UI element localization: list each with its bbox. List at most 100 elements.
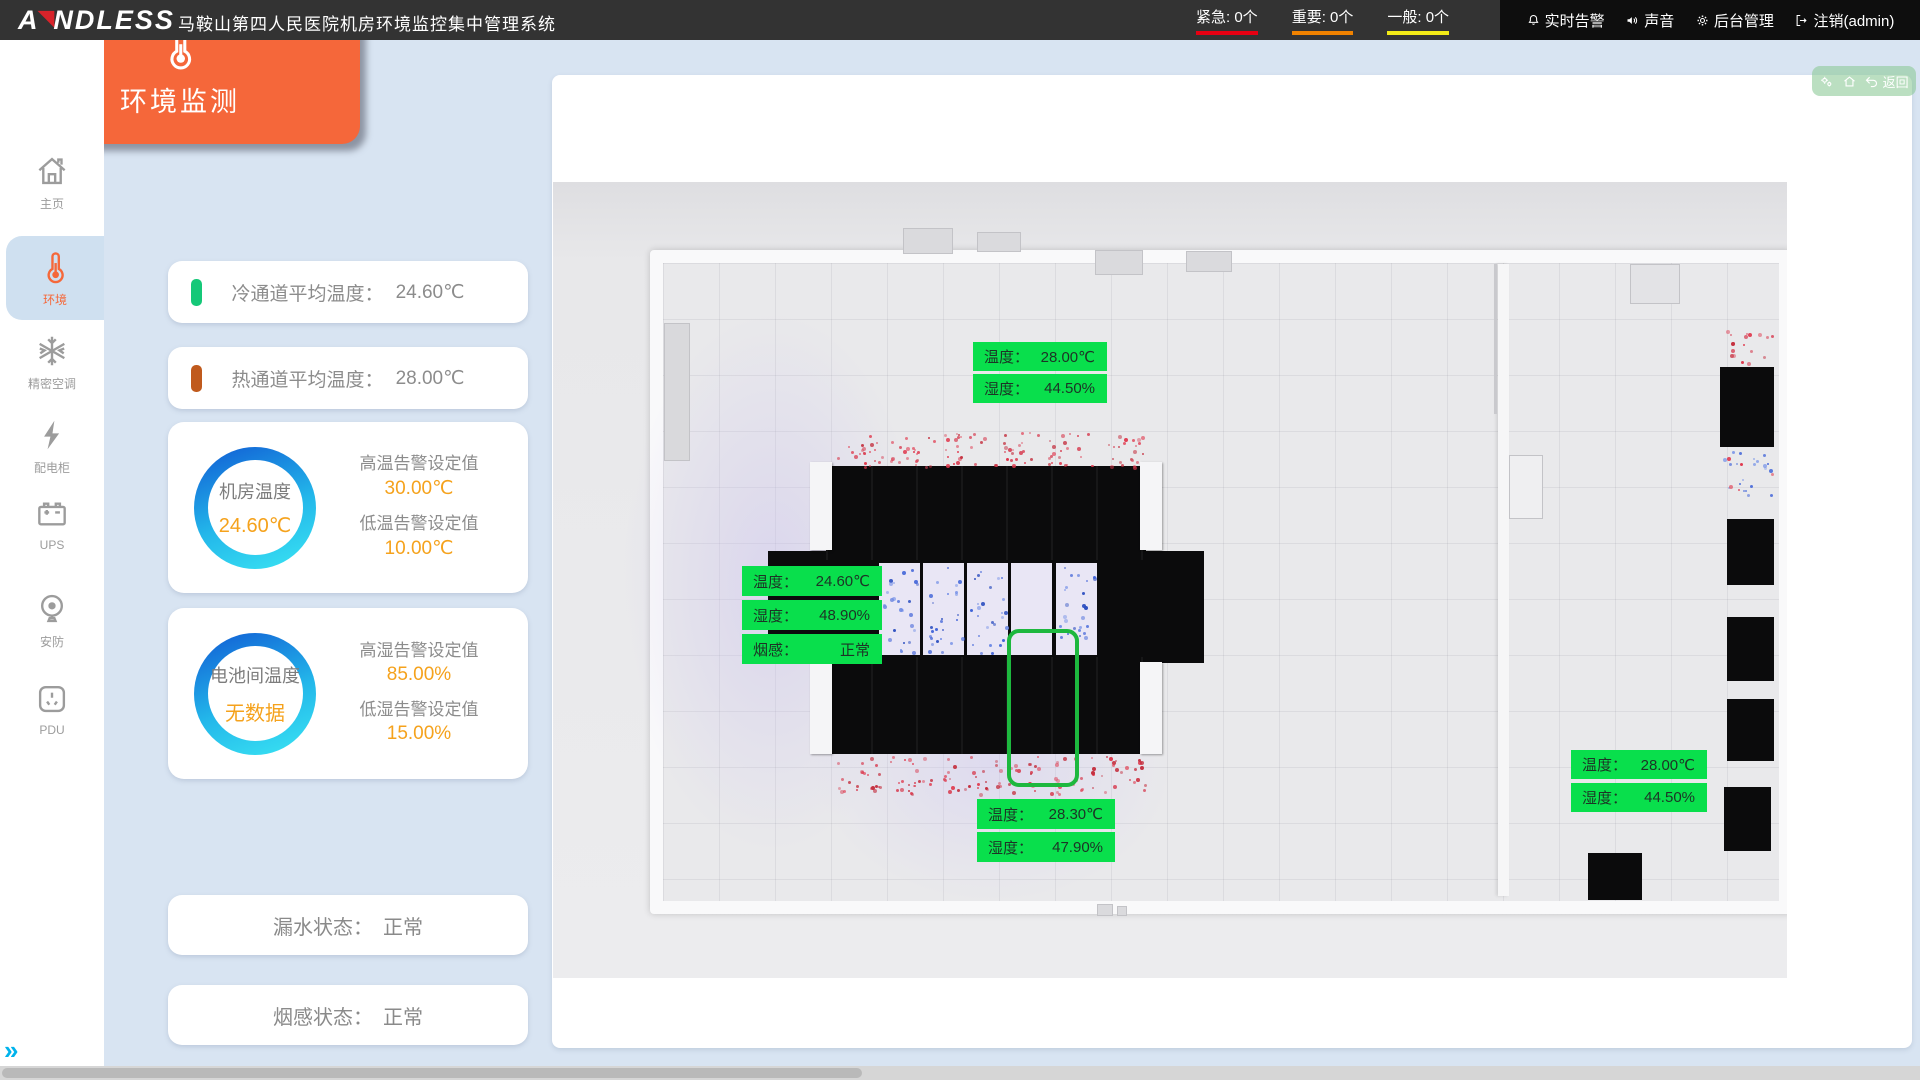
sensor-key: 湿度： [753, 605, 798, 626]
speaker-icon [1625, 13, 1640, 28]
sidebar-item-label: UPS [40, 538, 65, 552]
particle-dot [915, 464, 917, 466]
alarm-major[interactable]: 重要: 0个 [1292, 6, 1354, 35]
particle-dot [915, 769, 919, 773]
particle-dot [837, 762, 840, 765]
rack[interactable] [1727, 699, 1774, 761]
particle-dot [1015, 458, 1018, 461]
particle-dot [941, 618, 943, 620]
rack[interactable] [1727, 617, 1774, 681]
logout-button[interactable]: 注销(admin) [1794, 10, 1894, 31]
particle-dot [1002, 598, 1005, 601]
containment-pillar [1140, 662, 1162, 754]
particle-dot [1077, 574, 1080, 577]
map-home-icon[interactable] [1842, 74, 1857, 89]
alarm-minor-bar [1387, 31, 1449, 35]
rack[interactable] [1720, 367, 1774, 447]
door-frame [903, 228, 953, 254]
high-humidity-limit-label: 高湿告警设定值 [360, 636, 479, 661]
sensor-key: 温度： [1582, 754, 1627, 775]
water-leak-label: 漏水状态： [273, 911, 373, 940]
particle-dot [1082, 604, 1086, 608]
sidebar-item-env[interactable]: 环境 [6, 236, 104, 320]
cold-aisle-temp-card: 冷通道平均温度： 24.60℃ [168, 261, 528, 323]
back-button[interactable]: 返回 [1883, 72, 1909, 91]
snowflake-icon [33, 332, 71, 370]
alarm-critical[interactable]: 紧急: 0个 [1196, 6, 1258, 35]
low-temp-limit-label: 低温告警设定值 [360, 509, 479, 534]
selected-rack-highlight[interactable] [1007, 629, 1079, 787]
sidebar-item-home[interactable]: 主页 [0, 152, 104, 212]
sidebar-expand-button[interactable]: » [4, 1035, 15, 1066]
sidebar-item-power[interactable]: 配电柜 [0, 416, 104, 476]
sidebar-item-ac[interactable]: 精密空调 [0, 332, 104, 392]
realtime-alarm-button[interactable]: 实时告警 [1526, 10, 1605, 31]
particle-dot [900, 788, 904, 792]
particle-dot [848, 446, 850, 448]
bottom-wall-mark [1097, 904, 1113, 916]
particle-dot [1135, 445, 1137, 447]
rack-row-bottom[interactable] [826, 657, 1146, 754]
alarm-minor-label: 一般: [1387, 9, 1421, 26]
camera-icon [33, 590, 71, 628]
alarm-critical-label: 紧急: [1196, 9, 1230, 26]
rack[interactable] [1588, 853, 1642, 900]
particle-dot [875, 764, 878, 767]
particle-dot [1763, 356, 1766, 359]
socket-icon [33, 680, 71, 718]
particle-dot [1766, 336, 1769, 339]
particle-dot [1771, 335, 1774, 338]
hot-marker-icon [191, 365, 202, 392]
particle-dot [886, 591, 889, 594]
settings-gears-icon[interactable] [1819, 74, 1834, 89]
particle-dot [957, 614, 959, 616]
particle-dot [950, 642, 953, 645]
alarm-minor[interactable]: 一般: 0个 [1387, 6, 1449, 35]
particle-dot [911, 569, 914, 572]
particle-dot [1004, 434, 1007, 437]
sound-button[interactable]: 声音 [1625, 10, 1674, 31]
rack-row-top[interactable] [826, 466, 1146, 562]
env-monitor-title: 环境监测 [120, 80, 240, 119]
left-wall-cabinet [664, 323, 690, 461]
particle-dot [1134, 768, 1137, 771]
particle-dot [883, 604, 886, 607]
particle-dot [912, 763, 914, 765]
particle-dot [870, 757, 874, 761]
sidebar-item-ups[interactable]: UPS [0, 495, 104, 552]
back-arrow-icon[interactable] [1864, 74, 1879, 89]
particle-dot [1058, 456, 1061, 459]
particle-dot [1753, 463, 1756, 466]
particle-dot [1077, 435, 1079, 437]
hot-aisle-temp-card: 热通道平均温度： 28.00℃ [168, 347, 528, 409]
map-toolbar: 返回 [1812, 66, 1916, 96]
particle-dot [913, 451, 915, 453]
particle-dot [958, 580, 962, 584]
sensor-value: 24.60℃ [816, 572, 870, 590]
rack[interactable] [1724, 787, 1771, 851]
sensor-value: 44.50% [1044, 380, 1095, 397]
admin-button[interactable]: 后台管理 [1695, 10, 1774, 31]
particle-dot [890, 761, 892, 763]
particle-dot [1739, 483, 1741, 485]
rack[interactable] [1727, 519, 1774, 585]
particle-dot [906, 447, 910, 451]
particle-dot [1065, 586, 1068, 589]
bottom-wall-mark [1117, 906, 1127, 916]
particle-dot [1004, 451, 1006, 453]
scrollbar-thumb[interactable] [2, 1068, 862, 1078]
particle-dot [953, 463, 955, 465]
particle-dot [961, 637, 965, 641]
sidebar-item-security[interactable]: 安防 [0, 590, 104, 650]
particle-dot [1736, 463, 1738, 465]
alarm-critical-count: 0个 [1234, 9, 1257, 26]
particle-dot [941, 651, 944, 654]
horizontal-scrollbar[interactable] [0, 1066, 1920, 1080]
particle-dot [970, 609, 973, 612]
particle-dot [869, 435, 872, 438]
sidebar-item-pdu[interactable]: PDU [0, 680, 104, 737]
particle-dot [1003, 442, 1006, 445]
sidebar-item-label: 精密空调 [28, 375, 76, 392]
sensor-key: 温度： [988, 804, 1033, 825]
particle-dot [977, 615, 979, 617]
